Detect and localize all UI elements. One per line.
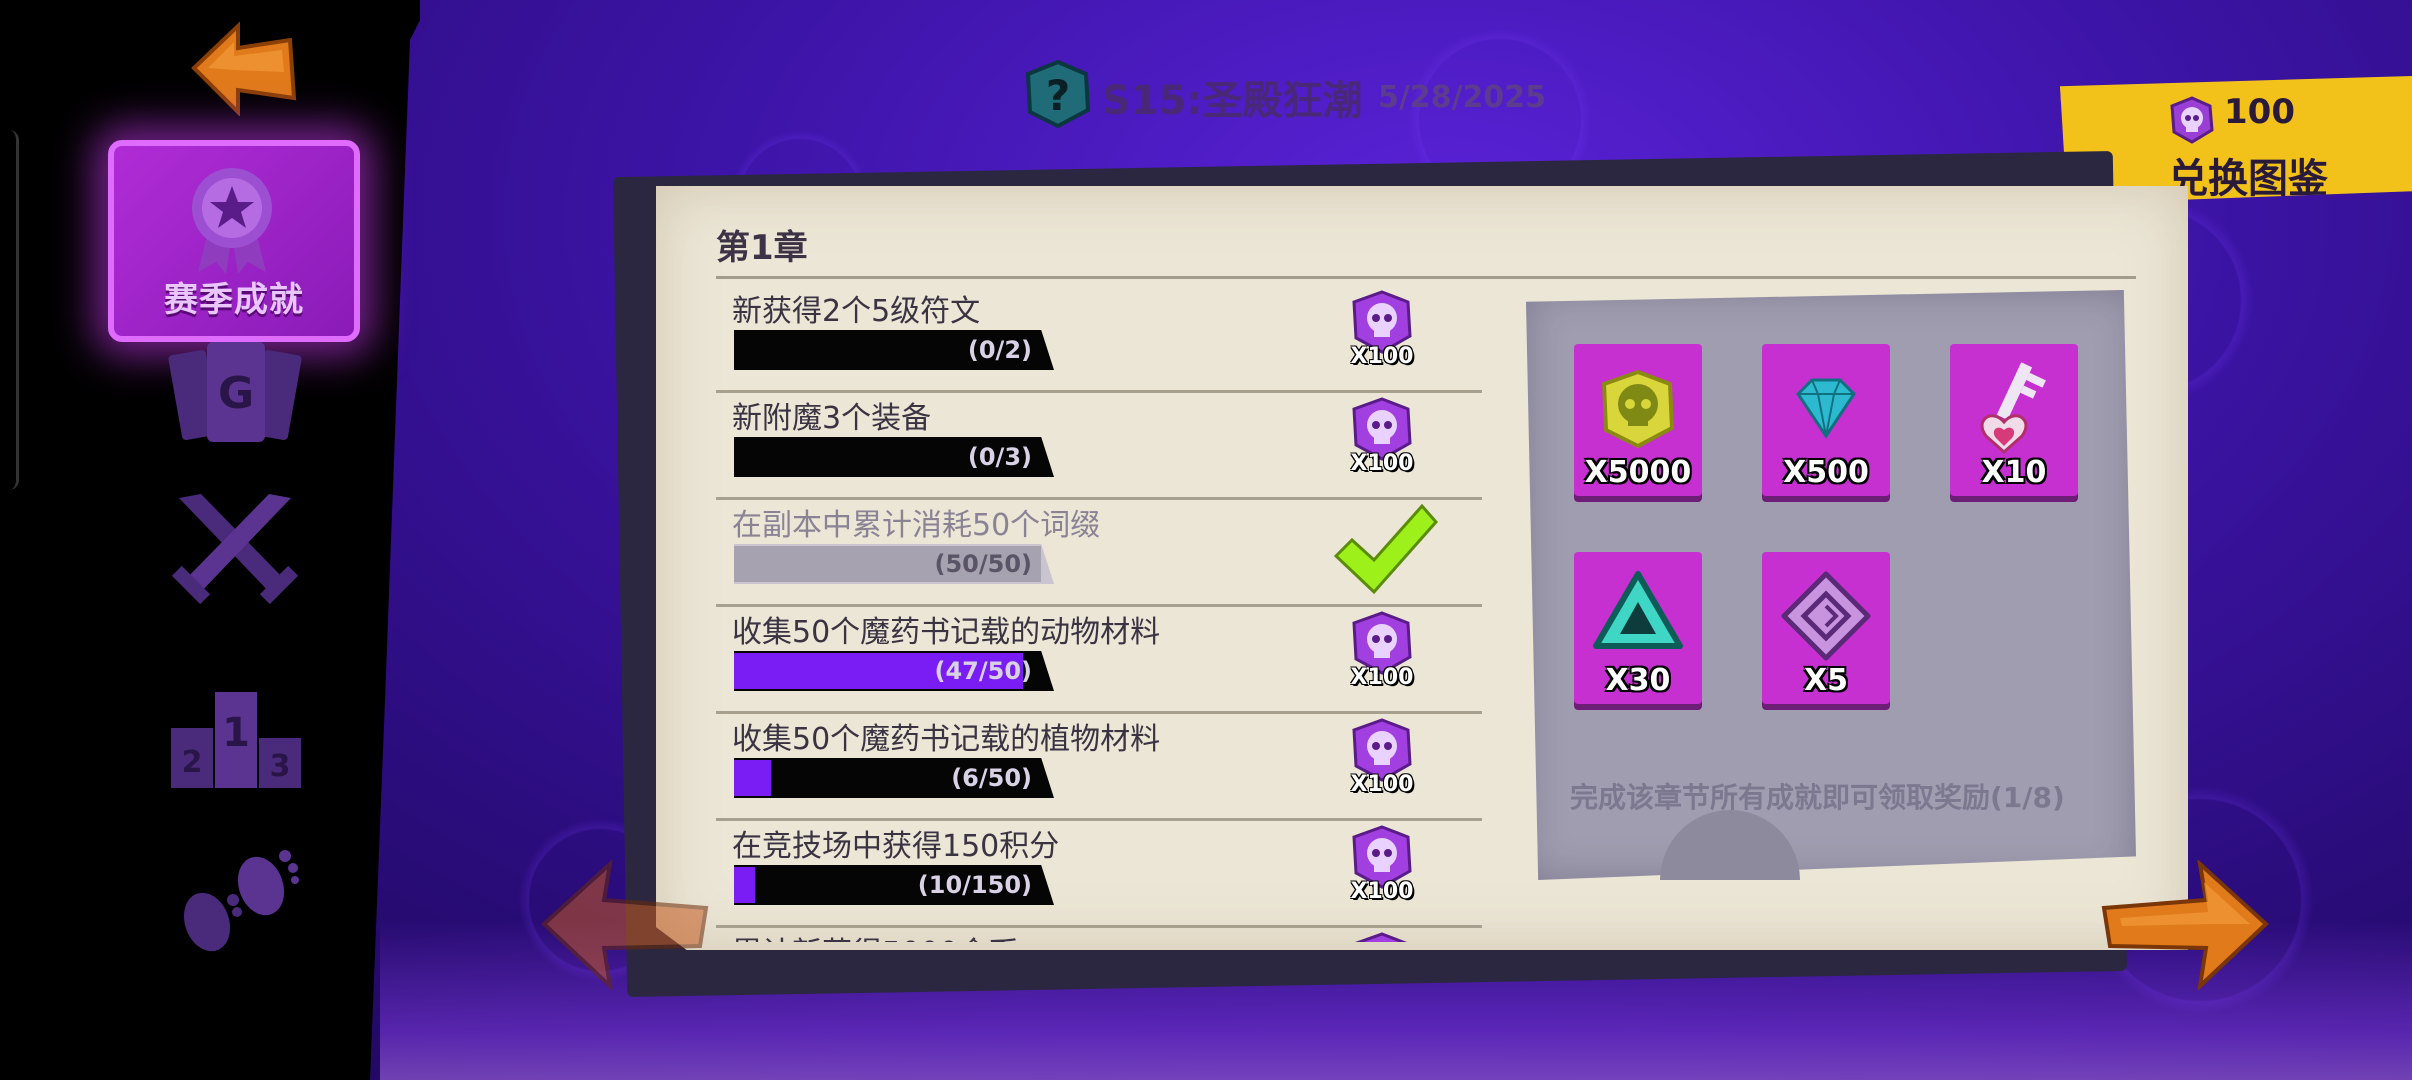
gold-skull-coin-icon [1601,369,1675,449]
reward-quantity: X5000 [1584,455,1692,490]
svg-text:3: 3 [270,749,291,784]
sidebar-item-label: 赛季成就 [164,280,304,320]
reward-tile-square-rune[interactable]: X5 [1762,552,1890,704]
reward-quantity: X500 [1783,455,1869,490]
footprints-icon [183,850,299,952]
triangle-rune-icon [1593,571,1683,649]
achievement-row[interactable]: 在副本中累计消耗50个词缀 (50/50) [716,500,1482,607]
svg-text:?: ? [1046,71,1070,120]
square-rune-icon [1781,571,1871,661]
achievement-list[interactable]: 新获得2个5级符文 (0/2) X100 新附魔3个装备 (0/3) X100 在副本中累计… [716,286,1482,942]
codex-currency-count: 100 [2224,92,2295,132]
achievement-row[interactable]: 新附魔3个装备 (0/3) X100 [716,393,1482,500]
reward-multiplier: X100 [1350,344,1414,369]
svg-text:1: 1 [222,710,250,756]
reward-quantity: X30 [1605,663,1671,698]
reward-multiplier: X100 [1350,451,1414,476]
svg-text:2: 2 [182,745,203,780]
ribbon-badge-icon [192,168,272,274]
progress-text: (50/50) [934,550,1033,578]
reward-quantity: X5 [1803,663,1848,698]
arrow-left-icon [541,858,709,992]
crossed-swords-icon [171,494,299,605]
next-chapter-button[interactable] [2100,858,2270,992]
achievement-progress-bar: (0/3) [734,437,1054,477]
achievement-reward [1346,932,1418,942]
checkmark-icon [1333,503,1438,595]
achievement-progress-bar: (50/50) [734,544,1054,584]
achievement-reward: X100 [1346,290,1418,378]
progress-fill [734,867,755,903]
reward-tile-diamond[interactable]: X500 [1762,344,1890,496]
reward-multiplier: X100 [1350,665,1414,690]
achievement-reward: X100 [1346,718,1418,806]
help-button[interactable]: ? [1024,59,1092,129]
achievement-row[interactable]: 收集50个魔药书记载的动物材料 (47/50) X100 [716,607,1482,714]
progress-fill [734,760,771,796]
skull-coin-icon [2170,96,2214,144]
achievement-name: 累计新获得5000金币 [732,928,1018,942]
sidebar-item-season-achievements[interactable]: 赛季成就 [108,140,360,342]
achievement-name: 新附魔3个装备 [732,401,932,436]
achievement-name: 在竞技场中获得150积分 [732,829,1060,864]
achievement-reward: X100 [1346,611,1418,699]
sidebar-item-cards[interactable]: G [165,338,305,458]
achievement-reward: X100 [1346,397,1418,485]
achievement-row[interactable]: 收集50个魔药书记载的植物材料 (6/50) X100 [716,714,1482,821]
sidebar-item-battle[interactable] [165,488,305,608]
achievement-progress-bar: (6/50) [734,758,1054,798]
sidebar-item-leaderboard[interactable]: 1 2 3 [165,676,305,796]
chapter-divider [716,276,2136,279]
achievement-reward: X100 [1346,825,1418,913]
progress-text: (47/50) [934,657,1033,685]
reward-tile-key[interactable]: X10 [1950,344,2078,496]
sidebar-item-footprints[interactable] [165,840,305,960]
back-button[interactable] [190,20,300,117]
heart-key-icon [1980,362,2046,455]
screen-edge-notch [0,130,19,490]
achievement-row[interactable]: 新获得2个5级符文 (0/2) X100 [716,286,1482,393]
reward-multiplier: X100 [1350,879,1414,904]
svg-text:G: G [218,368,254,419]
chapter-title: 第1章 [716,228,808,268]
season-title: S15:圣殿狂潮 [1102,78,1363,124]
progress-text: (10/150) [917,871,1032,899]
card-deck-icon: G [168,342,302,442]
reward-tile-triangle-rune[interactable]: X30 [1574,552,1702,704]
chapter-reward-caption: 完成该章节所有成就即可领取奖励(1/8) [1570,781,2065,814]
diamond-gem-icon [1796,378,1856,439]
achievement-name: 在副本中累计消耗50个词缀 [732,508,1101,543]
progress-text: (6/50) [951,764,1032,792]
skull-coin-icon [1355,932,1407,942]
achievement-name: 新获得2个5级符文 [732,294,981,329]
progress-text: (0/2) [967,336,1032,364]
back-arrow-icon [191,21,297,117]
achievement-name: 收集50个魔药书记载的植物材料 [732,722,1161,757]
reward-quantity: X10 [1981,455,2047,490]
question-mark-icon: ? [1025,59,1091,129]
achievement-progress-bar: (10/150) [734,865,1054,905]
achievement-row[interactable]: 累计新获得5000金币 [716,928,1482,942]
arrow-right-icon [2101,858,2269,992]
achievement-progress-bar: (0/2) [734,330,1054,370]
prev-chapter-button[interactable] [540,858,710,992]
season-date: 5/28/2025 [1378,80,1547,115]
achievement-name: 收集50个魔药书记载的动物材料 [732,615,1161,650]
achievement-progress-bar: (47/50) [734,651,1054,691]
achievement-row[interactable]: 在竞技场中获得150积分 (10/150) X100 [716,821,1482,928]
podium-icon: 1 2 3 [171,692,301,788]
reward-multiplier: X100 [1350,772,1414,797]
reward-tile-gold[interactable]: X5000 [1574,344,1702,496]
progress-text: (0/3) [967,443,1032,471]
